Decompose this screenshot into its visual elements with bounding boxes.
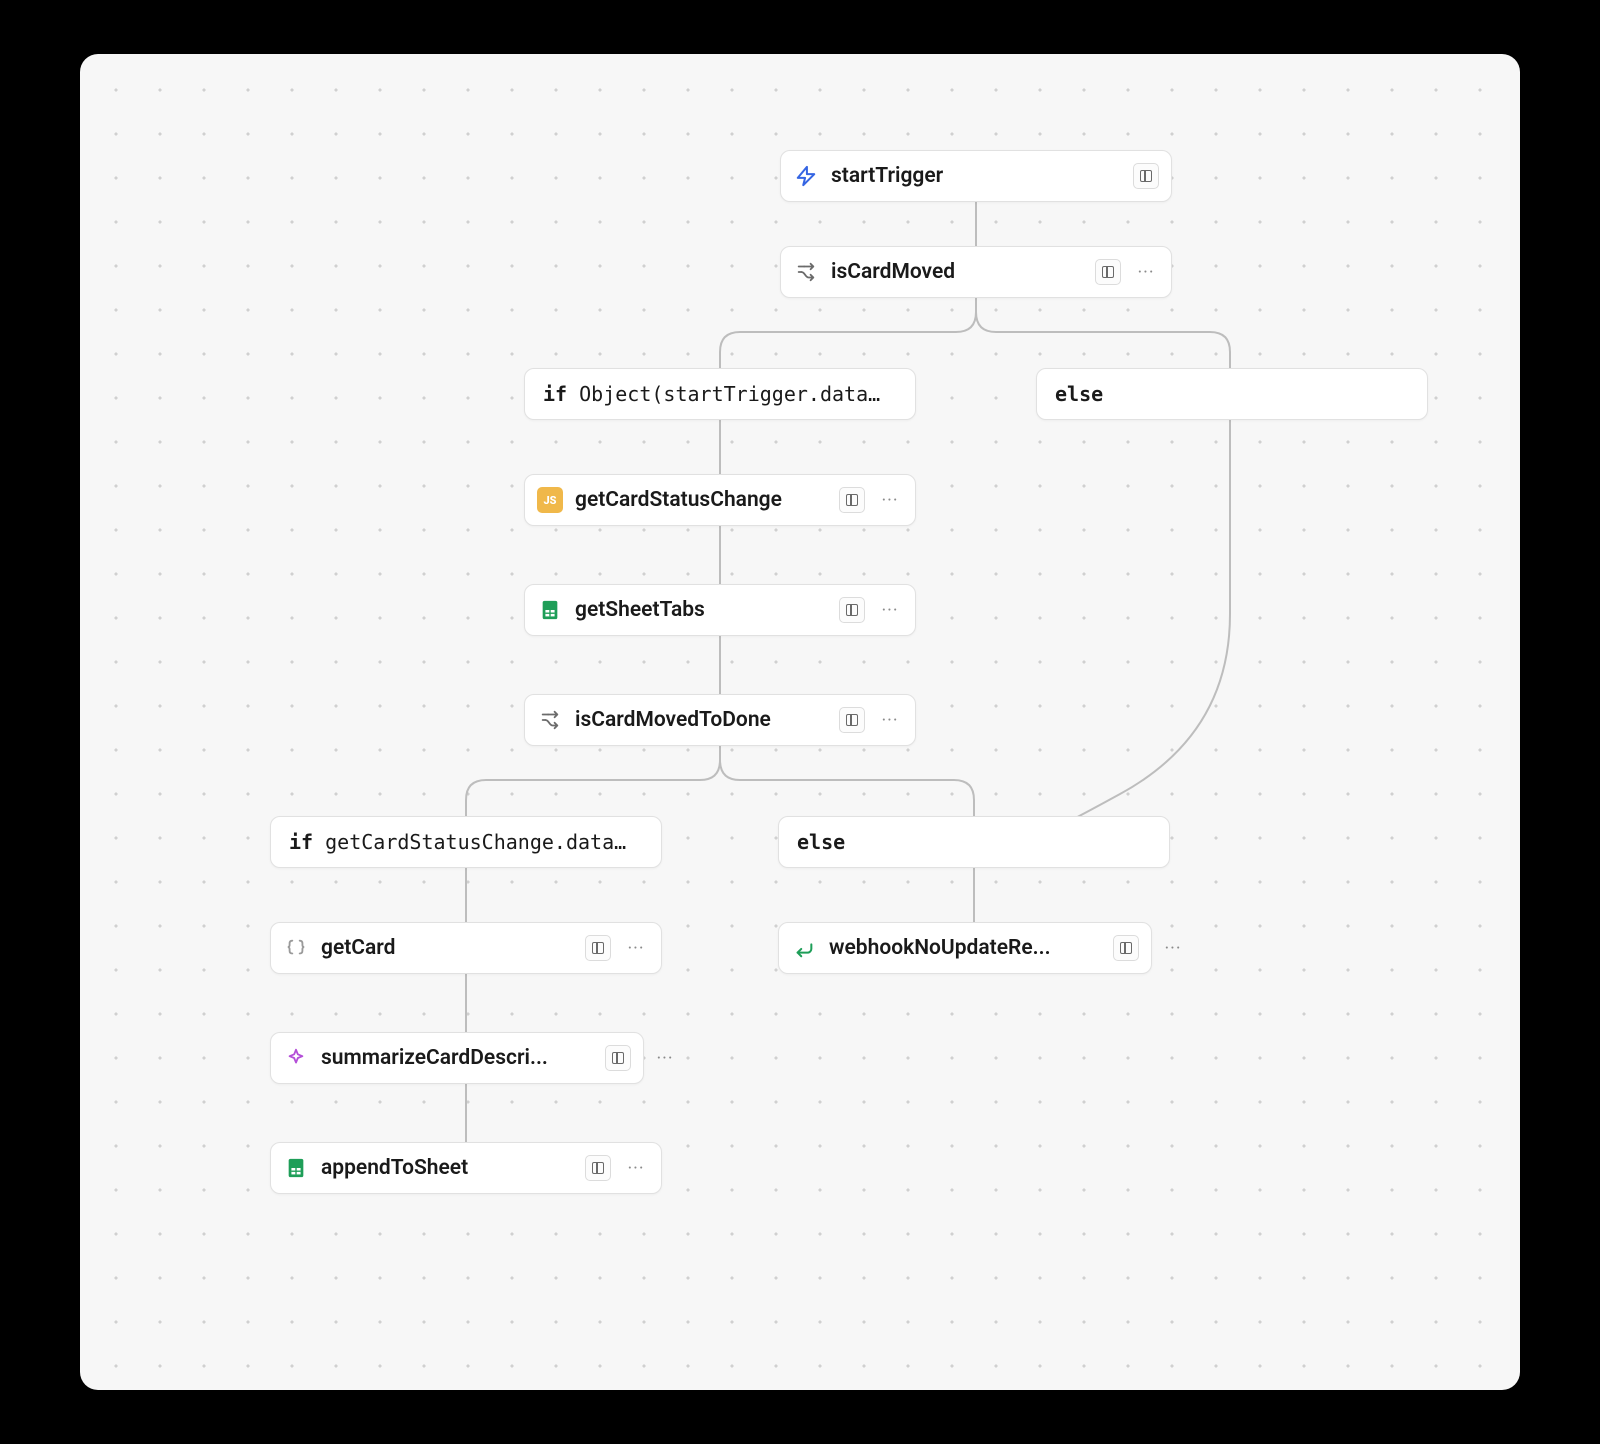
more-menu-button[interactable]: ··· bbox=[877, 597, 903, 623]
return-icon bbox=[791, 935, 817, 961]
condition-if-1[interactable]: if Object(startTrigger.data… bbox=[524, 368, 916, 420]
condition-label: else bbox=[797, 830, 845, 854]
panel-toggle-button[interactable] bbox=[839, 487, 865, 513]
node-startTrigger[interactable]: startTrigger bbox=[780, 150, 1172, 202]
node-label: appendToSheet bbox=[321, 1156, 573, 1180]
more-menu-button[interactable]: ··· bbox=[623, 1155, 649, 1181]
braces-icon bbox=[283, 935, 309, 961]
condition-label: if Object(startTrigger.data… bbox=[543, 382, 880, 406]
condition-else-2[interactable]: else bbox=[778, 816, 1170, 868]
node-label: isCardMovedToDone bbox=[575, 708, 827, 732]
node-summarizeCardDescription[interactable]: summarizeCardDescri... bbox=[270, 1032, 644, 1084]
node-label: getCard bbox=[321, 936, 573, 960]
more-menu-button[interactable]: ··· bbox=[1160, 935, 1186, 961]
node-label: isCardMoved bbox=[831, 260, 1083, 284]
more-menu-button[interactable]: ··· bbox=[623, 935, 649, 961]
more-menu-button[interactable]: ··· bbox=[877, 707, 903, 733]
sheet-icon bbox=[283, 1155, 309, 1181]
panel-toggle-button[interactable] bbox=[1133, 163, 1159, 189]
node-webhookNoUpdateResponse[interactable]: webhookNoUpdateRe... bbox=[778, 922, 1152, 974]
node-label: webhookNoUpdateRe... bbox=[829, 936, 1101, 960]
panel-toggle-button[interactable] bbox=[585, 1155, 611, 1181]
branch-icon bbox=[793, 259, 819, 285]
node-appendToSheet[interactable]: appendToSheet ··· bbox=[270, 1142, 662, 1194]
more-menu-button[interactable]: ··· bbox=[1133, 259, 1159, 285]
js-icon: JS bbox=[537, 487, 563, 513]
workflow-canvas[interactable]: startTrigger isCardMoved ··· if Object(s… bbox=[80, 54, 1520, 1390]
more-menu-button[interactable]: ··· bbox=[877, 487, 903, 513]
sheet-icon bbox=[537, 597, 563, 623]
node-getCard[interactable]: getCard ··· bbox=[270, 922, 662, 974]
node-isCardMoved[interactable]: isCardMoved ··· bbox=[780, 246, 1172, 298]
node-label: startTrigger bbox=[831, 164, 1121, 188]
more-menu-button[interactable]: ··· bbox=[652, 1045, 678, 1071]
condition-else-1[interactable]: else bbox=[1036, 368, 1428, 420]
branch-icon bbox=[537, 707, 563, 733]
panel-toggle-button[interactable] bbox=[585, 935, 611, 961]
node-label: getSheetTabs bbox=[575, 598, 827, 622]
panel-toggle-button[interactable] bbox=[839, 597, 865, 623]
sparkle-icon bbox=[283, 1045, 309, 1071]
condition-if-2[interactable]: if getCardStatusChange.data… bbox=[270, 816, 662, 868]
node-isCardMovedToDone[interactable]: isCardMovedToDone ··· bbox=[524, 694, 916, 746]
condition-label: if getCardStatusChange.data… bbox=[289, 830, 626, 854]
node-label: getCardStatusChange bbox=[575, 488, 827, 512]
condition-label: else bbox=[1055, 382, 1103, 406]
node-getCardStatusChange[interactable]: JS getCardStatusChange ··· bbox=[524, 474, 916, 526]
panel-toggle-button[interactable] bbox=[1113, 935, 1139, 961]
node-label: summarizeCardDescri... bbox=[321, 1046, 593, 1070]
panel-toggle-button[interactable] bbox=[839, 707, 865, 733]
panel-toggle-button[interactable] bbox=[605, 1045, 631, 1071]
panel-toggle-button[interactable] bbox=[1095, 259, 1121, 285]
bolt-icon bbox=[793, 163, 819, 189]
node-getSheetTabs[interactable]: getSheetTabs ··· bbox=[524, 584, 916, 636]
